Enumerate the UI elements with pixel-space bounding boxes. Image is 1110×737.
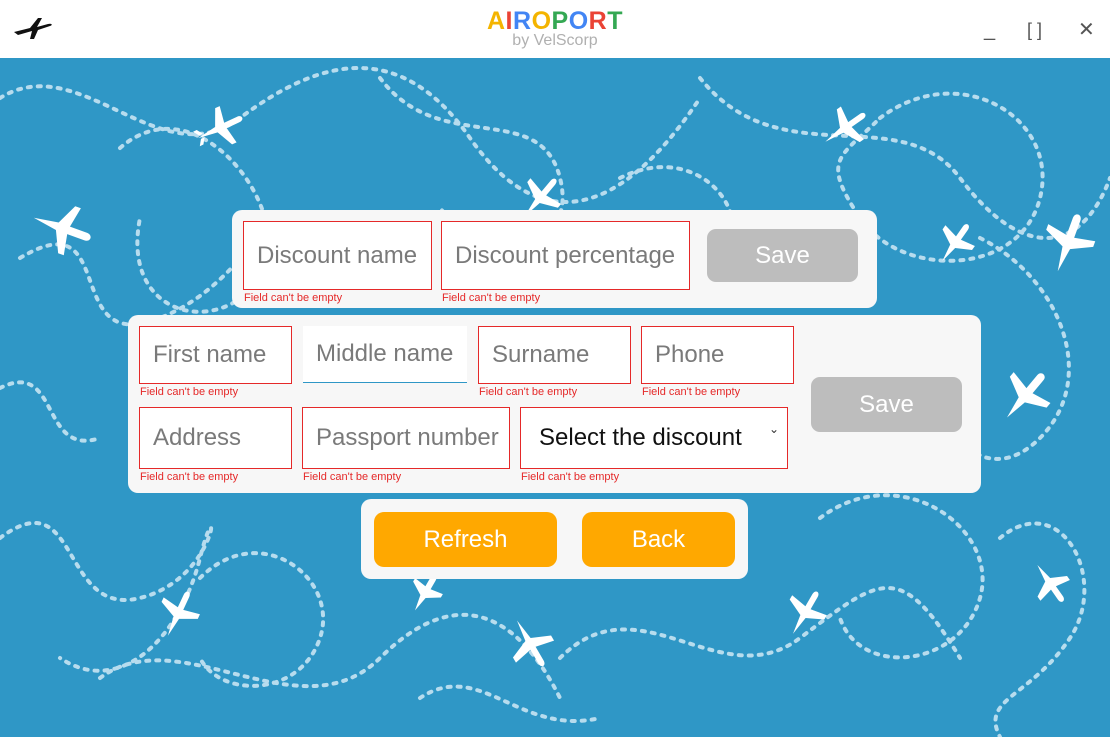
- brand-letter: O: [568, 7, 589, 35]
- brand-letter: R: [513, 7, 532, 35]
- brand-letter: A: [486, 7, 506, 35]
- discount-select-error: Field can't be empty: [521, 471, 620, 483]
- save-discount-button[interactable]: Save: [707, 229, 858, 282]
- passport-number-input[interactable]: Passport number: [302, 407, 510, 469]
- discount-name-input[interactable]: Discount name: [243, 221, 432, 290]
- save-client-button[interactable]: Save: [811, 377, 962, 432]
- title-bar: AIROPORT by VelScorp _ [ ] ✕: [0, 0, 1110, 58]
- discount-name-error: Field can't be empty: [244, 292, 343, 304]
- refresh-button[interactable]: Refresh: [374, 512, 557, 567]
- brand-letter: I: [505, 7, 513, 35]
- address-input[interactable]: Address: [139, 407, 292, 469]
- brand-letter: T: [607, 7, 623, 35]
- back-button[interactable]: Back: [582, 512, 735, 567]
- first-name-error: Field can't be empty: [140, 386, 239, 398]
- surname-input[interactable]: Surname: [478, 326, 631, 384]
- minimize-button[interactable]: _: [984, 18, 995, 42]
- brand-letter: R: [588, 7, 608, 35]
- close-button[interactable]: ✕: [1078, 18, 1095, 42]
- brand-logo: AIROPORT by VelScorp: [0, 6, 1110, 49]
- discount-select-value: Select the discount: [539, 424, 742, 451]
- phone-input[interactable]: Phone: [641, 326, 794, 384]
- brand-letter: O: [531, 7, 552, 35]
- discount-percentage-error: Field can't be empty: [442, 292, 541, 304]
- maximize-button[interactable]: [ ]: [1027, 18, 1042, 42]
- address-error: Field can't be empty: [140, 471, 239, 483]
- first-name-input[interactable]: First name: [139, 326, 292, 384]
- chevron-down-icon: ⌄: [768, 422, 779, 436]
- discount-select[interactable]: Select the discount ⌄: [520, 407, 788, 469]
- phone-error: Field can't be empty: [642, 386, 741, 398]
- passport-number-error: Field can't be empty: [303, 471, 402, 483]
- brand-letter: P: [551, 7, 569, 35]
- brand-subtitle: by VelScorp: [512, 32, 598, 49]
- surname-error: Field can't be empty: [479, 386, 578, 398]
- discount-percentage-input[interactable]: Discount percentage: [441, 221, 690, 290]
- middle-name-input[interactable]: Middle name: [303, 326, 467, 383]
